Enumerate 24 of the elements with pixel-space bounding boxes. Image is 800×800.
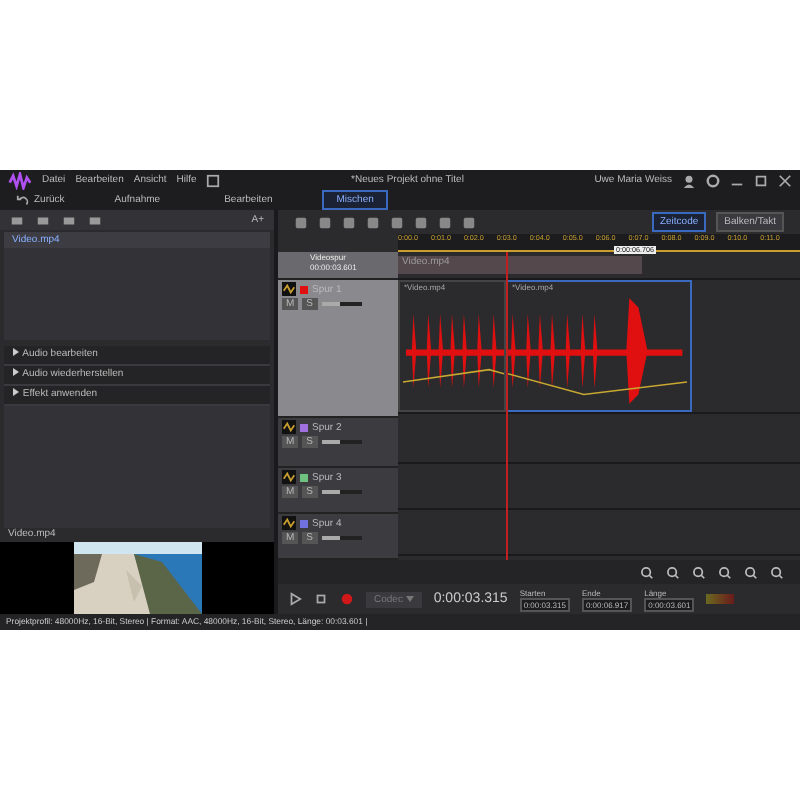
zoom-icon[interactable] bbox=[718, 565, 732, 579]
zoom-icon[interactable] bbox=[770, 565, 784, 579]
back-arrow-icon bbox=[16, 193, 30, 207]
expand-triangle-icon bbox=[12, 368, 20, 376]
zoom-icon[interactable] bbox=[640, 565, 654, 579]
maximize-icon[interactable] bbox=[754, 173, 768, 187]
waveform-icon bbox=[282, 420, 296, 434]
user-icon[interactable] bbox=[682, 173, 696, 187]
zoom-icon[interactable] bbox=[744, 565, 758, 579]
waveform-icon bbox=[282, 282, 296, 296]
zoom-icon[interactable] bbox=[666, 565, 680, 579]
waveform-icon bbox=[282, 516, 296, 530]
app-logo bbox=[8, 171, 32, 189]
zoom-icon[interactable] bbox=[692, 565, 706, 579]
close-icon[interactable] bbox=[778, 173, 792, 187]
save-icon[interactable] bbox=[206, 173, 221, 187]
expand-triangle-icon bbox=[12, 348, 20, 356]
level-meter bbox=[706, 594, 735, 604]
expand-triangle-icon bbox=[12, 388, 20, 396]
caret-icon bbox=[405, 593, 414, 601]
stop-icon[interactable] bbox=[314, 592, 328, 606]
record-icon[interactable] bbox=[340, 592, 354, 606]
waveform-icon bbox=[282, 470, 296, 484]
play-icon[interactable] bbox=[288, 592, 302, 606]
